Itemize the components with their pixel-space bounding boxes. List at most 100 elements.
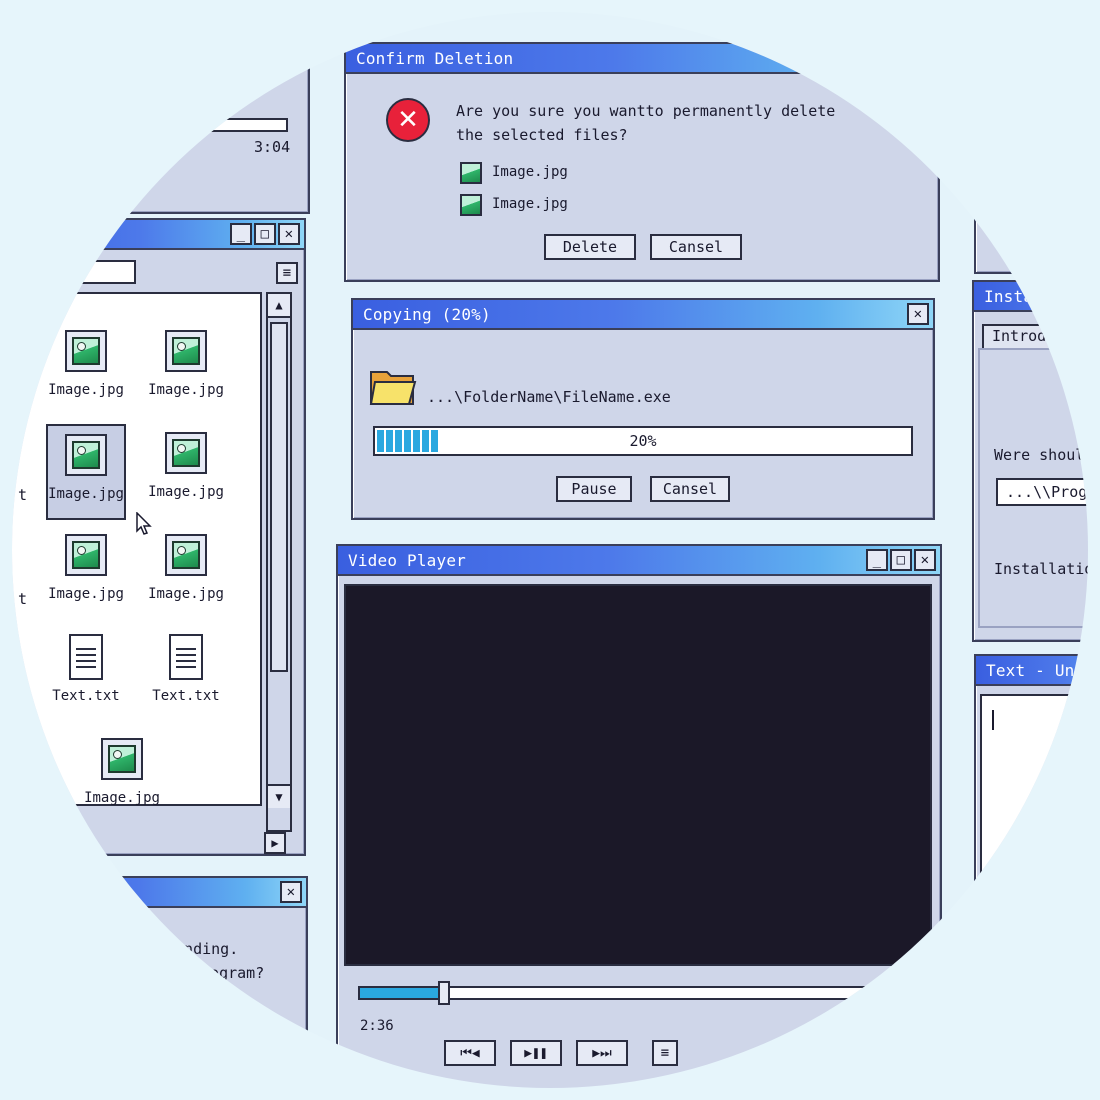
confirm-deletion-dialog: Confirm Deletion ✕ Are you sure you want…: [344, 42, 940, 282]
confirm-message-line1: Are you sure you wantto permanently dele…: [456, 102, 836, 120]
not-responding-line2: Program?: [192, 964, 265, 982]
maximize-button[interactable]: □: [254, 223, 276, 245]
close-icon: ✕: [284, 226, 294, 242]
not-responding-close-button[interactable]: ✕: [280, 881, 302, 903]
video-player-window: Video Player _ □ ✕ 2:36 ⏮◀ ▶❚❚ ▶⏭ ≡ 🔊: [336, 544, 958, 1088]
image-file-item[interactable]: Image.jpg: [141, 322, 231, 418]
scroll-down-button[interactable]: ▼: [268, 784, 290, 808]
explorer-file-area: t t Image.jpg Image.jpg Image.jpg Image.jpg…: [12, 292, 262, 806]
image-file-item[interactable]: Image.jpg: [77, 730, 167, 826]
vertical-scrollbar[interactable]: ▲ ▼: [266, 292, 292, 832]
copying-progress-bar: 20%: [373, 426, 913, 456]
file-label: Image.jpg: [48, 382, 124, 398]
skip-forward-icon: ▶⏭: [592, 1045, 612, 1061]
menu-icon: ≡: [282, 265, 292, 281]
file-label: Text.txt: [152, 688, 220, 704]
video-current-time: 2:36: [360, 1018, 394, 1034]
text-file-icon: [69, 634, 103, 680]
text-cursor: [992, 710, 994, 730]
file-label: Image.jpg: [48, 486, 124, 502]
confirm-message-line2: the selected files?: [456, 126, 628, 144]
playlist-icon: ≡: [660, 1045, 670, 1061]
copying-progress-label: 20%: [629, 432, 657, 450]
copying-title: Copying (20%): [363, 304, 491, 324]
video-maximize-button[interactable]: □: [890, 549, 912, 571]
image-file-icon: [101, 738, 143, 780]
text-file-item[interactable]: Text.txt: [141, 628, 231, 724]
maximize-icon: □: [896, 552, 906, 568]
text-editor-title: Text - Untitle: [986, 660, 1088, 680]
scroll-thumb[interactable]: [270, 322, 288, 672]
play-pause-icon: ▶❚❚: [524, 1045, 548, 1061]
installer-question: Were should: [994, 446, 1088, 464]
copying-close-button[interactable]: ✕: [907, 303, 929, 325]
playlist-button[interactable]: ≡: [652, 1040, 678, 1066]
text-file-item[interactable]: Text.txt: [41, 628, 131, 724]
volume-icon[interactable]: 🔊: [778, 1042, 800, 1063]
file-label: Image.jpg: [148, 484, 224, 500]
text-editor-area[interactable]: [980, 694, 1088, 1088]
arrow-up-icon: ▲: [275, 298, 283, 312]
installer-title: Installa: [984, 286, 1063, 306]
image-file-item[interactable]: Image.jpg: [141, 424, 231, 520]
installer-size-label: Installation Si: [994, 560, 1088, 578]
copying-titlebar: Copying (20%) ✕: [353, 300, 933, 330]
not-responding-window: ✕ ponding. Program?: [12, 876, 308, 1088]
desktop-circle: 3:04 _ □ ✕ ≡ t t Image.jpg Image.jpg Image…: [12, 12, 1088, 1088]
arrow-down-icon: ▼: [275, 790, 283, 804]
skip-forward-button[interactable]: ▶⏭: [576, 1040, 628, 1066]
video-screen[interactable]: [344, 584, 932, 966]
pause-button[interactable]: Pause: [556, 476, 632, 502]
file-label: Image.jpg: [148, 382, 224, 398]
mouse-cursor-icon: [136, 512, 152, 535]
image-file-icon: [460, 162, 482, 184]
minimize-button[interactable]: _: [230, 223, 252, 245]
close-button[interactable]: ✕: [278, 223, 300, 245]
explorer-address-input[interactable]: [12, 260, 136, 284]
minimize-icon: _: [872, 552, 882, 568]
minimize-icon: _: [236, 226, 246, 242]
close-icon: ✕: [286, 884, 296, 900]
confirm-deletion-title: Confirm Deletion: [356, 48, 514, 68]
copying-path: ...\FolderName\FileName.exe: [427, 388, 671, 406]
not-responding-titlebar: ✕: [12, 878, 306, 908]
scroll-up-button[interactable]: ▲: [268, 294, 290, 318]
installer-tab[interactable]: Introduc: [982, 324, 1088, 348]
image-file-item[interactable]: Image.jpg: [41, 526, 131, 622]
image-file-icon: [165, 330, 207, 372]
video-seek-bar[interactable]: [358, 981, 958, 1005]
file-label: Image.jpg: [84, 790, 160, 806]
image-file-icon: [65, 330, 107, 372]
file-label: Image.jpg: [148, 586, 224, 602]
folder-icon: [369, 371, 417, 405]
video-controls: ⏮◀ ▶❚❚ ▶⏭ ≡: [444, 1040, 678, 1066]
image-file-icon: [460, 194, 482, 216]
copying-dialog: Copying (20%) ✕ ...\FolderName\FileName.…: [351, 298, 935, 520]
installer-tab-label: Introduc: [992, 327, 1065, 345]
video-minimize-button[interactable]: _: [866, 549, 888, 571]
cancel-delete-button[interactable]: Cansel: [650, 234, 742, 260]
maximize-icon: □: [260, 226, 270, 242]
explorer-menu-button[interactable]: ≡: [276, 262, 298, 284]
play-pause-button[interactable]: ▶❚❚: [510, 1040, 562, 1066]
installer-path-input[interactable]: ...\\Program: [996, 478, 1088, 506]
image-file-item[interactable]: Image.jpg: [46, 424, 126, 520]
text-editor-titlebar: Text - Untitle: [976, 656, 1088, 686]
file-explorer-window: _ □ ✕ ≡ t t Image.jpg Image.jpg Image.jpg I…: [12, 218, 306, 856]
cancel-copy-button[interactable]: Cansel: [650, 476, 730, 502]
image-file-item[interactable]: Image.jpg: [141, 526, 231, 622]
video-seek-fill: [360, 988, 442, 998]
video-player-title: Video Player: [348, 550, 466, 570]
confirm-file-2: Image.jpg: [492, 196, 568, 212]
image-file-item[interactable]: Image.jpg: [41, 322, 131, 418]
delete-button[interactable]: Delete: [544, 234, 636, 260]
image-file-icon: [165, 432, 207, 474]
video-close-button[interactable]: ✕: [914, 549, 936, 571]
text-editor-window: Text - Untitle: [974, 654, 1088, 1088]
confirm-deletion-titlebar: Confirm Deletion: [346, 44, 938, 74]
explorer-titlebar: _ □ ✕: [12, 220, 304, 250]
image-file-icon: [65, 434, 107, 476]
video-seek-thumb[interactable]: [438, 981, 450, 1005]
skip-back-button[interactable]: ⏮◀: [444, 1040, 496, 1066]
scroll-right-button[interactable]: ▶: [264, 832, 286, 854]
